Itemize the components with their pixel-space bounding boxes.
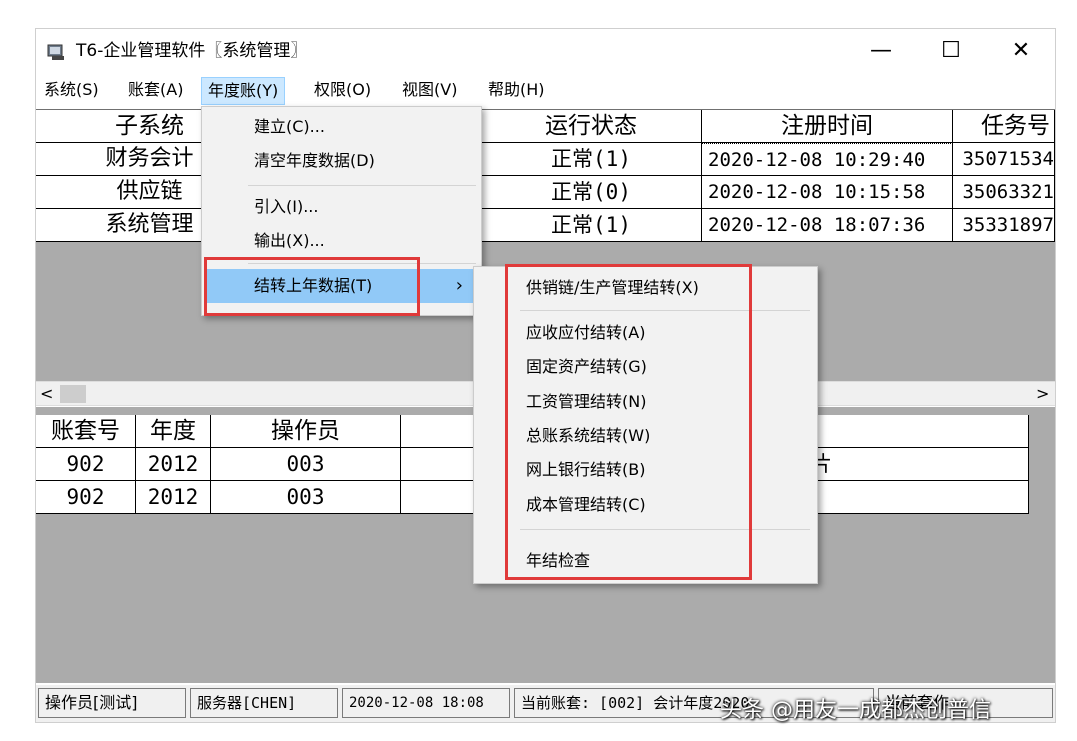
menu-separator: [248, 185, 476, 186]
column-header-task-id: 任务号: [953, 110, 1055, 143]
carry-over-submenu: 供销链/生产管理结转(X) 应收应付结转(A) 固定资产结转(G) 工资管理结转…: [473, 266, 818, 584]
maximize-button[interactable]: ☐: [916, 29, 986, 73]
submenu-item-fixed-assets[interactable]: 固定资产结转(G): [474, 350, 817, 384]
status-operator: 操作员[测试]: [38, 688, 186, 718]
menu-separator: [248, 263, 476, 264]
status-server: 服务器[CHEN]: [190, 688, 338, 718]
table-cell[interactable]: 003: [211, 481, 401, 514]
menu-view[interactable]: 视图(V): [396, 77, 463, 103]
menu-permission[interactable]: 权限(O): [308, 77, 377, 103]
submenu-item-supply-chain[interactable]: 供销链/生产管理结转(X): [474, 271, 817, 305]
menu-item-carry-over[interactable]: 结转上年数据(T) ›: [206, 269, 477, 303]
submenu-item-general-ledger[interactable]: 总账系统结转(W): [474, 419, 817, 453]
annual-account-menu: 建立(C)... 清空年度数据(D) 引入(I)... 输出(X)... 结转上…: [201, 106, 482, 316]
submenu-item-year-end-check[interactable]: 年结检查: [474, 544, 817, 578]
status-datetime: 2020-12-08 18:08: [342, 688, 510, 718]
submenu-item-payroll[interactable]: 工资管理结转(N): [474, 385, 817, 419]
menu-item-import[interactable]: 引入(I)...: [202, 190, 481, 224]
menu-bar: 系统(S) 账套(A) 年度账(Y) 权限(O) 视图(V) 帮助(H): [36, 74, 1055, 106]
menu-annual-account[interactable]: 年度账(Y): [201, 77, 286, 105]
table-cell[interactable]: 2020-12-08 10:29:40: [702, 143, 953, 176]
submenu-arrow-icon: ›: [455, 275, 463, 296]
watermark: 头条 @用友一成都杰创普信: [720, 698, 991, 723]
submenu-item-cost-management[interactable]: 成本管理结转(C): [474, 488, 817, 522]
table-cell[interactable]: 35331897: [953, 209, 1055, 242]
window-title: T6-企业管理软件〖系统管理〗: [76, 41, 308, 61]
column-header-status: 运行状态: [481, 110, 702, 143]
table-cell[interactable]: 正常(0): [481, 176, 702, 209]
scroll-right-arrow-icon[interactable]: >: [1036, 383, 1049, 405]
column-header-register-time: 注册时间: [702, 110, 953, 143]
menu-item-create[interactable]: 建立(C)...: [202, 110, 481, 144]
menu-separator: [520, 529, 810, 530]
table-cell[interactable]: 正常(1): [481, 143, 702, 176]
table-cell[interactable]: 正常(1): [481, 209, 702, 242]
column-header-year: 年度: [136, 415, 211, 448]
table-cell[interactable]: 902: [36, 481, 136, 514]
menu-item-clear-annual-data[interactable]: 清空年度数据(D): [202, 144, 481, 178]
table-cell[interactable]: 902: [36, 448, 136, 481]
column-header-operator: 操作员: [211, 415, 401, 448]
title-bar: T6-企业管理软件〖系统管理〗 — ☐ ✕: [36, 29, 1055, 73]
menu-help[interactable]: 帮助(H): [482, 77, 551, 103]
table-cell[interactable]: 35063321: [953, 176, 1055, 209]
table-cell[interactable]: 2012: [136, 448, 211, 481]
table-cell[interactable]: 2020-12-08 10:15:58: [702, 176, 953, 209]
app-icon: [47, 44, 64, 60]
close-button[interactable]: ✕: [986, 29, 1056, 73]
table-cell[interactable]: 2020-12-08 18:07:36: [702, 209, 953, 242]
scrollbar-thumb[interactable]: [60, 385, 86, 403]
column-header-account-no: 账套号: [36, 415, 136, 448]
submenu-item-online-banking[interactable]: 网上银行结转(B): [474, 453, 817, 487]
menu-system[interactable]: 系统(S): [38, 77, 105, 103]
menu-item-carry-over-label: 结转上年数据(T): [254, 276, 373, 295]
table-cell[interactable]: 2012: [136, 481, 211, 514]
table-cell[interactable]: 35071534: [953, 143, 1055, 176]
scroll-left-arrow-icon[interactable]: <: [40, 383, 53, 405]
minimize-button[interactable]: —: [846, 29, 916, 73]
menu-account[interactable]: 账套(A): [122, 77, 189, 103]
menu-separator: [520, 310, 810, 311]
menu-item-export[interactable]: 输出(X)...: [202, 224, 481, 258]
table-cell[interactable]: 003: [211, 448, 401, 481]
submenu-item-receivable-payable[interactable]: 应收应付结转(A): [474, 316, 817, 350]
